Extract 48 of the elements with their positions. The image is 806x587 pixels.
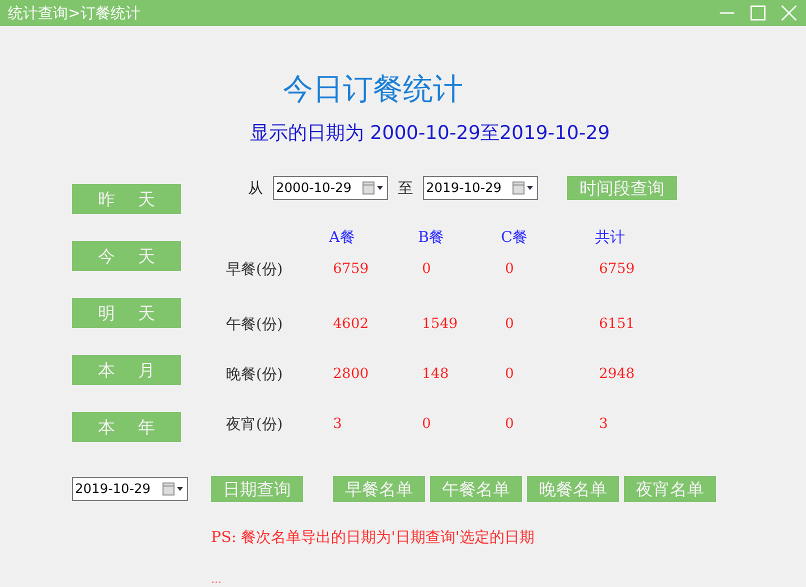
export-list-button[interactable]: 晚餐名单	[527, 476, 619, 502]
column-header: B餐	[418, 228, 446, 246]
to-date-field[interactable]: 2019-10-29	[423, 176, 538, 200]
table-cell-text: 2948	[598, 366, 636, 382]
to-label: 至	[398, 178, 413, 198]
from-date-field[interactable]: 2000-10-29	[273, 176, 388, 200]
query-date-field[interactable]: 2019-10-29	[72, 477, 188, 501]
table-cell-text: 3	[332, 416, 343, 432]
ellipsis-text: ...	[210, 573, 222, 587]
note-text: PS: 餐次名单导出的日期为'日期查询'选定的日期	[210, 527, 536, 547]
export-list-button[interactable]: 早餐名单	[333, 476, 425, 502]
table-cell-text: 1549	[421, 316, 459, 332]
table-cell-text: 0	[504, 416, 515, 432]
calendar-dropdown-icon[interactable]	[362, 181, 384, 195]
table-cell-text: 0	[504, 366, 515, 382]
table-cell-text: 0	[421, 416, 432, 432]
quick-date-button[interactable]: 昨 天	[72, 184, 181, 214]
quick-date-button[interactable]: 本 月	[72, 355, 181, 385]
table-cell-text: 0	[504, 316, 515, 332]
quick-date-button[interactable]: 今 天	[72, 241, 181, 271]
export-list-button[interactable]: 夜宵名单	[624, 476, 716, 502]
row-label: 晚餐(份)	[226, 364, 284, 384]
table-cell-text: 0	[504, 261, 515, 277]
calendar-dropdown-icon[interactable]	[162, 482, 184, 496]
window-title: 统计查询>订餐统计	[8, 4, 141, 22]
table-cell-text: 0	[421, 261, 432, 277]
date-query-button[interactable]: 日期查询	[211, 476, 303, 502]
range-query-button[interactable]: 时间段查询	[567, 176, 677, 200]
table-cell-text: 148	[421, 366, 450, 382]
table-cell-text: 2800	[332, 366, 370, 382]
from-label: 从	[248, 178, 263, 198]
calendar-dropdown-icon[interactable]	[512, 181, 534, 195]
export-list-button[interactable]: 午餐名单	[430, 476, 522, 502]
table-cell-text: 6759	[598, 261, 636, 277]
row-label: 早餐(份)	[226, 260, 284, 278]
table-cell-text: 6759	[332, 261, 370, 277]
page-heading: 今日订餐统计	[282, 72, 464, 108]
table-cell-text: 4602	[332, 316, 370, 332]
column-header: 共计	[595, 228, 626, 246]
quick-date-button[interactable]: 本 年	[72, 412, 181, 442]
column-header: A餐	[329, 228, 356, 246]
row-label: 夜宵(份)	[226, 414, 284, 434]
date-range-caption: 显示的日期为 2000-10-29至2019-10-29	[249, 121, 611, 146]
table-cell-text: 6151	[598, 316, 636, 332]
quick-date-button[interactable]: 明 天	[72, 298, 181, 328]
table-cell-text: 3	[598, 416, 609, 432]
column-header: C餐	[501, 228, 528, 246]
row-label: 午餐(份)	[226, 314, 284, 334]
